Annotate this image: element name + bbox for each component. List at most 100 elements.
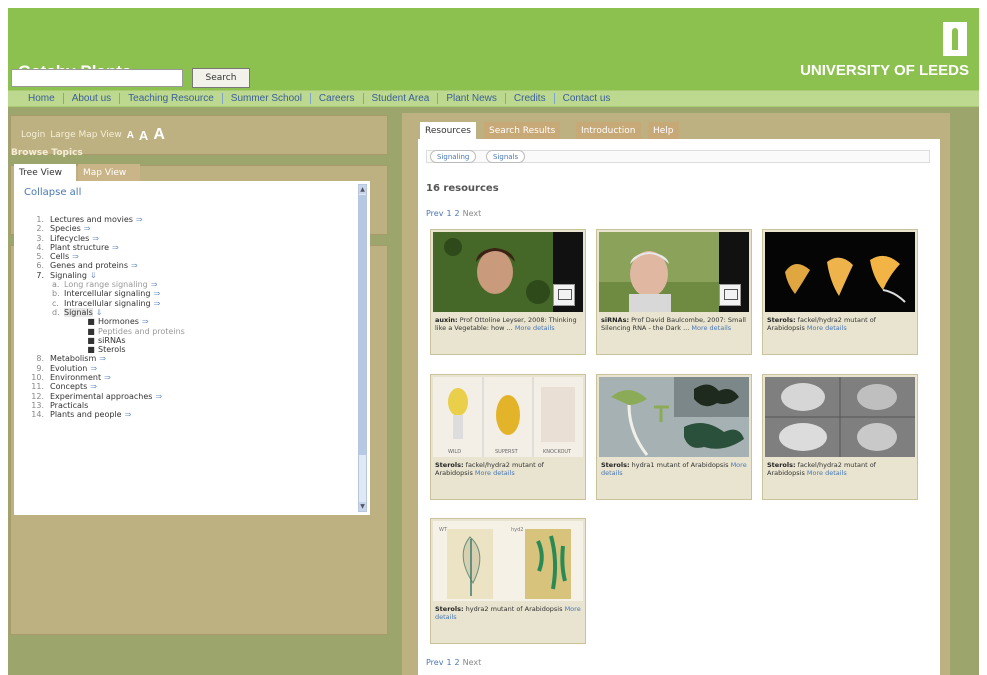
large-map-view-link[interactable]: Large Map View bbox=[50, 130, 121, 140]
more-details-link[interactable]: More details bbox=[807, 469, 847, 477]
more-details-link[interactable]: More details bbox=[691, 324, 731, 332]
nav-teaching-resource[interactable]: Teaching Resource bbox=[120, 93, 223, 104]
expand-arrow-icon[interactable]: ⇒ bbox=[112, 243, 119, 252]
image-thumbnail[interactable] bbox=[765, 232, 915, 312]
nav-about-us[interactable]: About us bbox=[64, 93, 121, 104]
university-name[interactable]: UNIVERSITY OF LEEDS bbox=[800, 62, 969, 79]
pager-page-2[interactable]: 2 bbox=[455, 209, 460, 218]
topic-list: 1. Lectures and movies ⇒ 2. Species ⇒ 3. Life… bbox=[24, 215, 342, 420]
pager-page-1[interactable]: 1 bbox=[446, 658, 451, 667]
collapse-arrow-icon[interactable]: ⇓ bbox=[96, 308, 103, 317]
nav-summer-school[interactable]: Summer School bbox=[223, 93, 311, 104]
tree-item[interactable]: 10. Environment ⇒ bbox=[24, 373, 342, 382]
nav-student-area[interactable]: Student Area bbox=[364, 93, 439, 104]
tree-item[interactable]: 6. Genes and proteins ⇒ bbox=[24, 261, 342, 270]
tree-item[interactable]: 3. Lifecycles ⇒ bbox=[24, 234, 342, 243]
tab-introduction[interactable]: Introduction bbox=[576, 122, 641, 139]
scroll-down-arrow-icon[interactable]: ▼ bbox=[359, 502, 366, 511]
expand-arrow-icon[interactable]: ⇒ bbox=[142, 317, 149, 326]
resource-count: 16 resources bbox=[426, 183, 499, 194]
tree-item[interactable]: 8. Metabolism ⇒ bbox=[24, 354, 342, 363]
university-logo-icon[interactable] bbox=[943, 22, 967, 56]
video-icon bbox=[719, 284, 741, 306]
tree-item[interactable]: 2. Species ⇒ bbox=[24, 224, 342, 233]
tree-leaf[interactable]: ■ siRNAs bbox=[24, 336, 342, 345]
more-details-link[interactable]: More details bbox=[515, 324, 555, 332]
tree-subitem[interactable]: b. Intercellular signaling ⇒ bbox=[24, 289, 342, 298]
login-link[interactable]: Login bbox=[21, 130, 45, 140]
filter-signaling[interactable]: Signaling bbox=[430, 150, 477, 163]
expand-arrow-icon[interactable]: ⇒ bbox=[136, 215, 143, 224]
resource-card[interactable]: Sterols: fackel/hydra2 mutant of Arabido… bbox=[762, 229, 918, 355]
expand-arrow-icon[interactable]: ⇒ bbox=[151, 280, 158, 289]
expand-arrow-icon[interactable]: ⇒ bbox=[104, 373, 111, 382]
tab-map-view[interactable]: Map View bbox=[78, 164, 140, 181]
tree-item[interactable]: 12. Experimental approaches ⇒ bbox=[24, 392, 342, 401]
more-details-link[interactable]: More details bbox=[807, 324, 847, 332]
tree-item[interactable]: 13. Practicals bbox=[24, 401, 342, 410]
image-thumbnail[interactable] bbox=[765, 377, 915, 457]
nav-home[interactable]: Home bbox=[20, 93, 64, 104]
expand-arrow-icon[interactable]: ⇒ bbox=[99, 354, 106, 363]
tab-search-results[interactable]: Search Results bbox=[484, 122, 561, 139]
tree-subitem-signals[interactable]: d. Signals ⇓ bbox=[24, 307, 342, 317]
pagination-bottom: Prev 1 2 Next bbox=[426, 658, 481, 667]
expand-arrow-icon[interactable]: ⇒ bbox=[90, 382, 97, 391]
resource-card[interactable]: Sterols: hydra1 mutant of Arabidopsis Mo… bbox=[596, 374, 752, 500]
tree-leaf[interactable]: ■ Sterols bbox=[24, 345, 342, 354]
collapse-all-link[interactable]: Collapse all bbox=[24, 187, 81, 198]
tree-item-signaling[interactable]: 7. Signaling ⇓ bbox=[24, 271, 342, 280]
expand-arrow-icon[interactable]: ⇒ bbox=[153, 289, 160, 298]
nav-contact-us[interactable]: Contact us bbox=[555, 93, 619, 104]
font-size-medium[interactable]: A bbox=[139, 128, 148, 143]
tree-subitem[interactable]: a. Long range signaling ⇒ bbox=[24, 280, 342, 289]
font-size-small[interactable]: A bbox=[127, 130, 134, 141]
tree-item[interactable]: 4. Plant structure ⇒ bbox=[24, 243, 342, 252]
scrollbar-thumb[interactable] bbox=[359, 195, 366, 455]
expand-arrow-icon[interactable]: ⇒ bbox=[72, 252, 79, 261]
expand-arrow-icon[interactable]: ⇒ bbox=[131, 261, 138, 270]
expand-arrow-icon[interactable]: ⇒ bbox=[154, 299, 161, 308]
expand-arrow-icon[interactable]: ⇒ bbox=[155, 392, 162, 401]
pager-page-1[interactable]: 1 bbox=[446, 209, 451, 218]
resource-card[interactable]: auxin: Prof Ottoline Leyser, 2008: Think… bbox=[430, 229, 586, 355]
expand-arrow-icon[interactable]: ⇒ bbox=[84, 224, 91, 233]
tree-leaf[interactable]: ■ Hormones ⇒ bbox=[24, 317, 342, 326]
nav-credits[interactable]: Credits bbox=[506, 93, 555, 104]
image-thumbnail[interactable]: WILD SUPERST KNOCKOUT bbox=[433, 377, 583, 457]
tree-item[interactable]: 14. Plants and people ⇒ bbox=[24, 410, 342, 419]
resource-card[interactable]: Sterols: fackel/hydra2 mutant of Arabido… bbox=[762, 374, 918, 500]
resource-card[interactable]: WILD SUPERST KNOCKOUT Sterols: fackel/hy… bbox=[430, 374, 586, 500]
resource-card[interactable]: siRNAs: Prof David Baulcombe, 2007: Smal… bbox=[596, 229, 752, 355]
tree-item[interactable]: 5. Cells ⇒ bbox=[24, 252, 342, 261]
tree-item[interactable]: 1. Lectures and movies ⇒ bbox=[24, 215, 342, 224]
pager-prev[interactable]: Prev bbox=[426, 658, 443, 667]
resource-card[interactable]: WT hyd2 Sterols: hydra2 mutant of Arabid… bbox=[430, 518, 586, 644]
tab-help[interactable]: Help bbox=[648, 122, 679, 139]
tree-item[interactable]: 11. Concepts ⇒ bbox=[24, 382, 342, 391]
nav-careers[interactable]: Careers bbox=[311, 93, 364, 104]
expand-arrow-icon[interactable]: ⇒ bbox=[90, 364, 97, 373]
image-thumbnail[interactable]: WT hyd2 bbox=[433, 521, 583, 601]
tab-resources[interactable]: Resources bbox=[420, 122, 476, 139]
filter-signals[interactable]: Signals bbox=[486, 150, 526, 163]
expand-arrow-icon[interactable]: ⇒ bbox=[92, 234, 99, 243]
image-thumbnail[interactable] bbox=[599, 377, 749, 457]
expand-arrow-icon[interactable]: ⇒ bbox=[125, 410, 132, 419]
nav-plant-news[interactable]: Plant News bbox=[438, 93, 506, 104]
search-button[interactable]: Search bbox=[192, 68, 250, 88]
collapse-arrow-icon[interactable]: ⇓ bbox=[90, 271, 97, 280]
tree-subitem[interactable]: c. Intracellular signaling ⇒ bbox=[24, 299, 342, 308]
pager-next[interactable]: Next bbox=[463, 209, 482, 218]
scroll-up-arrow-icon[interactable]: ▲ bbox=[359, 185, 366, 194]
more-details-link[interactable]: More details bbox=[475, 469, 515, 477]
search-input[interactable] bbox=[11, 69, 183, 87]
tree-leaf[interactable]: ■ Peptides and proteins bbox=[24, 327, 342, 336]
tab-tree-view[interactable]: Tree View bbox=[14, 164, 76, 181]
pager-next[interactable]: Next bbox=[463, 658, 482, 667]
pager-prev[interactable]: Prev bbox=[426, 209, 443, 218]
font-size-large[interactable]: A bbox=[153, 126, 165, 144]
tree-scrollbar[interactable]: ▲ ▼ bbox=[358, 184, 367, 512]
pager-page-2[interactable]: 2 bbox=[455, 658, 460, 667]
tree-item[interactable]: 9. Evolution ⇒ bbox=[24, 364, 342, 373]
